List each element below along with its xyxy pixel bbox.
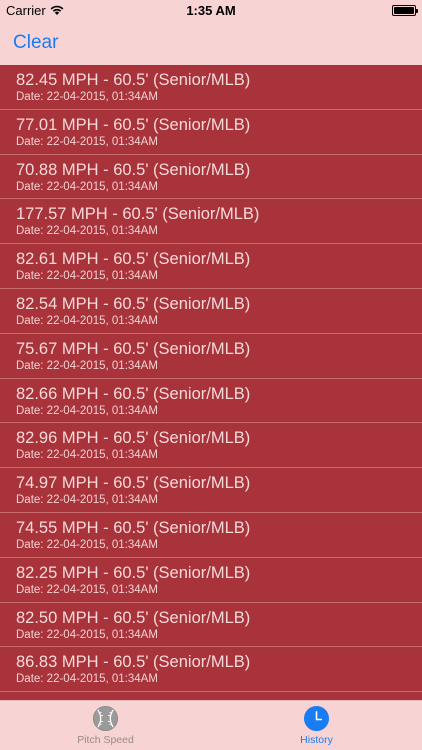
pitch-speed-text: 82.25 MPH - 60.5' (Senior/MLB) [16,563,251,582]
pitch-date-text: Date: 22-04-2015, 01:34AM [16,449,158,462]
pitch-date-text: Date: 22-04-2015, 01:34AM [16,225,158,238]
pitch-speed-text: 74.55 MPH - 60.5' (Senior/MLB) [16,518,251,537]
history-list[interactable]: 82.45 MPH - 60.5' (Senior/MLB) Date: 22-0… [0,65,422,700]
pitch-speed-text: 82.61 MPH - 60.5' (Senior/MLB) [16,250,251,269]
baseball-icon [92,705,119,732]
pitch-speed-text: 82.54 MPH - 60.5' (Senior/MLB) [16,294,251,313]
tab-bar: Pitch Speed History [0,700,422,750]
list-item[interactable]: 177.57 MPH - 60.5' (Senior/MLB) Date: 22-… [0,199,422,245]
pitch-speed-text: 82.96 MPH - 60.5' (Senior/MLB) [16,429,251,448]
clear-button[interactable]: Clear [13,32,58,54]
pitch-date-text: Date: 22-04-2015, 01:34AM [16,494,158,507]
tab-pitch-speed[interactable]: Pitch Speed [0,705,211,750]
pitch-date-text: Date: 22-04-2015, 01:34AM [16,180,158,193]
pitch-speed-text: 82.66 MPH - 60.5' (Senior/MLB) [16,384,251,403]
pitch-speed-text: 74.97 MPH - 60.5' (Senior/MLB) [16,474,251,493]
navigation-bar: Clear [0,21,422,65]
list-item[interactable]: 82.96 MPH - 60.5' (Senior/MLB) Date: 22-0… [0,423,422,469]
pitch-date-text: Date: 22-04-2015, 01:34AM [16,91,158,103]
list-item[interactable]: 86.83 MPH - 60.5' (Senior/MLB) Date: 22-0… [0,647,422,693]
list-item[interactable]: 75.67 MPH - 60.5' (Senior/MLB) Date: 22-0… [0,334,422,379]
list-item[interactable]: 77.01 MPH - 60.5' (Senior/MLB) Date: 22-0… [0,110,422,155]
pitch-date-text: Date: 22-04-2015, 01:34AM [16,270,158,283]
pitch-speed-text: 70.88 MPH - 60.5' (Senior/MLB) [16,160,251,179]
pitch-speed-text: 82.50 MPH - 60.5' (Senior/MLB) [16,608,251,627]
list-item[interactable]: 82.50 MPH - 60.5' (Senior/MLB) Date: 22-0… [0,603,422,648]
pitch-date-text: Date: 22-04-2015, 01:34AM [16,359,158,372]
list-item[interactable]: 82.66 MPH - 60.5' (Senior/MLB) Date: 22-0… [0,379,422,424]
battery-icon [392,5,418,16]
status-bar: Carrier 1:35 AM [0,0,422,21]
pitch-date-text: Date: 22-04-2015, 01:34AM [16,538,158,551]
pitch-date-text: Date: 22-04-2015, 01:34AM [16,404,158,417]
pitch-date-text: Date: 22-04-2015, 01:34AM [16,628,158,641]
tab-history[interactable]: History [211,705,422,750]
pitch-speed-text: 82.45 MPH - 60.5' (Senior/MLB) [16,71,251,89]
list-item[interactable]: 70.88 MPH - 60.5' (Senior/MLB) Date: 22-0… [0,155,422,200]
pitch-date-text: Date: 22-04-2015, 01:34AM [16,673,158,686]
pitch-speed-text: 75.67 MPH - 60.5' (Senior/MLB) [16,339,251,358]
list-item[interactable]: 82.45 MPH - 60.5' (Senior/MLB) Date: 22-0… [0,65,422,110]
clock-icon [303,705,330,732]
list-item[interactable]: 82.54 MPH - 60.5' (Senior/MLB) Date: 22-0… [0,289,422,334]
list-item[interactable]: 74.97 MPH - 60.5' (Senior/MLB) Date: 22-0… [0,468,422,513]
pitch-date-text: Date: 22-04-2015, 01:34AM [16,314,158,327]
list-item[interactable]: 74.55 MPH - 60.5' (Senior/MLB) Date: 22-0… [0,513,422,558]
pitch-date-text: Date: 22-04-2015, 01:34AM [16,135,158,148]
status-time: 1:35 AM [186,3,236,18]
tab-pitch-speed-label: Pitch Speed [77,734,134,746]
pitch-speed-text: 177.57 MPH - 60.5' (Senior/MLB) [16,205,260,224]
pitch-speed-text: 77.01 MPH - 60.5' (Senior/MLB) [16,115,251,134]
list-item[interactable]: 82.61 MPH - 60.5' (Senior/MLB) Date: 22-0… [0,244,422,289]
tab-history-label: History [300,734,333,746]
list-item[interactable]: 82.25 MPH - 60.5' (Senior/MLB) Date: 22-0… [0,558,422,603]
pitch-date-text: Date: 22-04-2015, 01:34AM [16,583,158,596]
pitch-speed-text: 86.83 MPH - 60.5' (Senior/MLB) [16,653,251,672]
